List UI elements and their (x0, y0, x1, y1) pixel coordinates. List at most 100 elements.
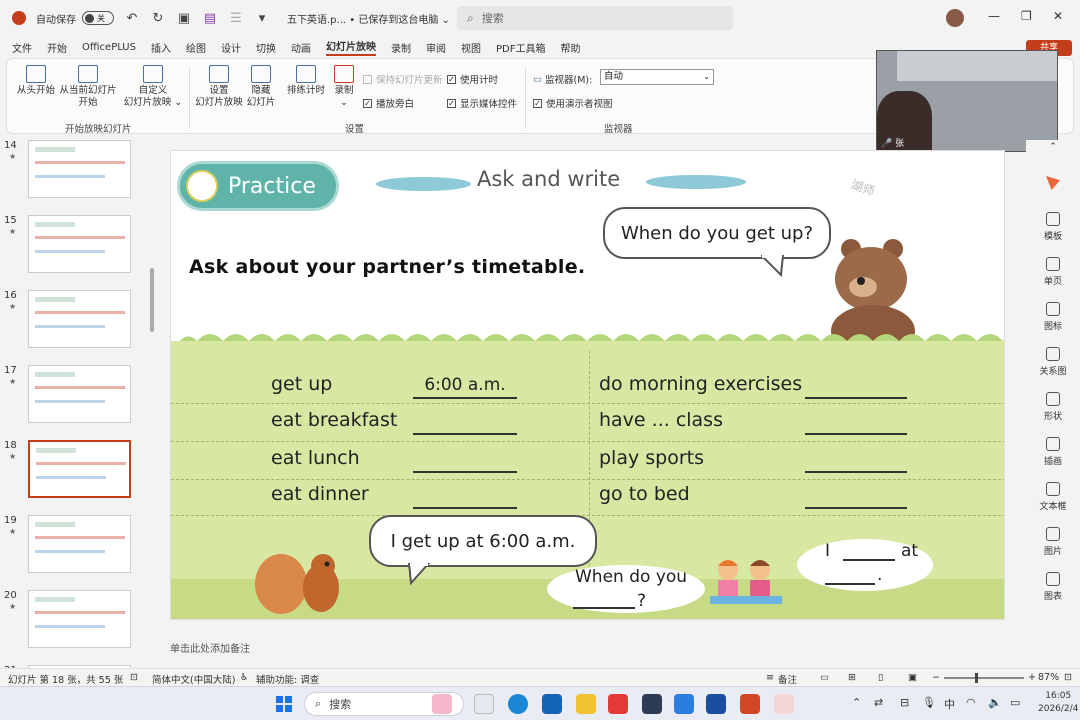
cloud-answer-blank-2[interactable] (825, 565, 875, 585)
thumbnail-image[interactable] (28, 515, 131, 573)
undo-icon[interactable]: ↶ (124, 11, 140, 26)
tool-pane-item[interactable]: 插画 (1026, 437, 1080, 467)
tray-app-icon[interactable]: ⇄ (874, 696, 883, 709)
presenter-view-checkbox[interactable]: ✓ 使用演示者视图 (533, 96, 613, 110)
save-icon[interactable]: ▤ (202, 11, 218, 26)
tool-pane-item[interactable]: 图标 (1026, 302, 1080, 332)
show-media-checkbox[interactable]: ✓ 显示媒体控件 (447, 96, 517, 110)
tool-pane-item[interactable]: 图片 (1026, 527, 1080, 557)
officeplus-logo-icon[interactable] (1046, 176, 1060, 190)
close-icon[interactable]: ✕ (1053, 9, 1063, 23)
tb-widget-icon[interactable] (432, 694, 452, 714)
zoom-level[interactable]: 87% (1038, 672, 1059, 683)
ribbon-tab[interactable]: 插入 (151, 40, 171, 55)
thumbnail-image[interactable] (28, 290, 131, 348)
use-timings-checkbox[interactable]: ✓ 使用计时 (447, 72, 498, 86)
document-title[interactable]: 五下英语.p... • 已保存到这台电脑 ⌄ (287, 11, 450, 26)
microphone-icon[interactable]: 🎙 (922, 696, 936, 709)
tool-pane-item[interactable]: 图表 (1026, 572, 1080, 602)
language-status[interactable]: 简体中文(中国大陆) (152, 672, 235, 686)
slide-heading[interactable]: Ask about your partner’s timetable. (189, 256, 585, 278)
question-bubble[interactable]: When do you get up? (603, 207, 831, 259)
list-icon[interactable]: ☰ (228, 11, 244, 26)
answer-bubble[interactable]: I get up at 6:00 a.m. (369, 515, 597, 567)
answer-blank[interactable] (413, 485, 517, 509)
slideshow-icon[interactable]: ▣ (176, 11, 192, 26)
tool-pane-item[interactable]: 形状 (1026, 392, 1080, 422)
notes-button[interactable]: 备注 (778, 672, 797, 686)
powerpoint-taskbar-icon[interactable] (740, 694, 760, 714)
thumbnails-scrollbar[interactable] (150, 268, 154, 332)
ribbon-tab[interactable]: OfficePLUS (82, 42, 136, 53)
ribbon-tab[interactable]: 幻灯片放映 (325, 38, 376, 56)
monitor-select[interactable]: 自动 ⌄ (600, 69, 714, 85)
ribbon-tab[interactable]: 审阅 (426, 40, 446, 55)
from-current-button[interactable]: 从当前幻灯片 开始 (57, 65, 119, 109)
file-explorer-icon[interactable] (576, 694, 596, 714)
red-app-icon[interactable] (608, 694, 628, 714)
restore-icon[interactable]: ❐ (1021, 9, 1032, 23)
ribbon-tab[interactable]: 开始 (47, 40, 67, 55)
zoom-slider-handle[interactable] (975, 673, 978, 683)
answer-blank[interactable] (413, 411, 517, 435)
rehearse-button[interactable]: 排练计时 (285, 65, 327, 97)
photo-app-icon[interactable] (774, 694, 794, 714)
wps-icon[interactable] (642, 694, 662, 714)
thumbnail-image[interactable] (28, 590, 131, 648)
zoom-in-icon[interactable]: + (1028, 672, 1036, 683)
tool-pane-item[interactable]: 关系图 (1026, 347, 1080, 377)
tray-chevron-icon[interactable]: ⌃ (852, 696, 861, 709)
hide-slide-button[interactable]: 隐藏 幻灯片 (243, 65, 279, 109)
collapse-pane-icon[interactable]: ⌃ (1026, 142, 1080, 152)
meeting-app-icon[interactable] (706, 694, 726, 714)
ime-indicator[interactable]: 中 (944, 696, 955, 712)
volume-icon[interactable]: 🔈 (988, 696, 1002, 709)
thumbnail-image[interactable] (28, 440, 131, 498)
redo-icon[interactable]: ↻ (150, 11, 166, 26)
play-narration-checkbox[interactable]: ✓ 播放旁白 (363, 96, 414, 110)
spellcheck-icon[interactable]: ⊡ (130, 672, 138, 683)
cloud-app-icon[interactable] (674, 694, 694, 714)
ribbon-tab[interactable]: 帮助 (560, 40, 580, 55)
answer-blank[interactable] (805, 411, 907, 435)
tray-ime-icon[interactable]: ⊟ (900, 696, 909, 709)
record-button[interactable]: 录制 ⌄ (329, 65, 359, 109)
ribbon-tab[interactable]: 切换 (256, 40, 276, 55)
answer-blank[interactable] (805, 375, 907, 399)
slide-canvas[interactable]: Practice Ask and write 湖师 Ask about your… (170, 150, 1005, 620)
avatar[interactable] (946, 9, 964, 27)
answer-blank[interactable] (413, 449, 517, 473)
autosave-toggle[interactable]: 关 (82, 11, 114, 25)
ribbon-tab[interactable]: 绘图 (186, 40, 206, 55)
thumbnail-image[interactable] (28, 365, 131, 423)
task-view-icon[interactable] (474, 694, 494, 714)
ribbon-tab[interactable]: 录制 (391, 40, 411, 55)
zoom-slider[interactable] (944, 677, 1024, 679)
sorter-view-icon[interactable]: ⊞ (848, 672, 856, 683)
thumbnail-image[interactable] (28, 140, 131, 198)
ribbon-tab[interactable]: 视图 (461, 40, 481, 55)
notes-placeholder[interactable]: 单击此处添加备注 (170, 640, 250, 655)
search-input[interactable]: ⌕ 搜索 (457, 6, 733, 30)
fit-slide-icon[interactable]: ⊡ (1064, 672, 1072, 683)
tool-pane-item[interactable]: 模板 (1026, 212, 1080, 242)
minimize-icon[interactable]: — (988, 9, 1000, 23)
video-call-overlay[interactable]: 🎤 张 (876, 50, 1058, 152)
normal-view-icon[interactable]: ▭ (820, 672, 829, 683)
windows-start-icon[interactable] (276, 696, 292, 712)
tool-pane-item[interactable]: 单页 (1026, 257, 1080, 287)
zoom-out-icon[interactable]: − (932, 672, 940, 683)
clock[interactable]: 16:05 2026/2/4 (1038, 690, 1078, 716)
setup-show-button[interactable]: 设置 幻灯片放映 (193, 65, 245, 109)
answer-blank[interactable] (805, 485, 907, 509)
ribbon-tab[interactable]: 动画 (291, 40, 311, 55)
accessibility-status[interactable]: 辅助功能: 调查 (256, 672, 319, 686)
answer-blank[interactable]: 6:00 a.m. (413, 375, 517, 399)
edge-icon[interactable] (508, 694, 528, 714)
reading-view-icon[interactable]: ▯ (878, 672, 883, 683)
wifi-icon[interactable]: ◠ (966, 696, 976, 709)
from-start-button[interactable]: 从头开始 (13, 65, 59, 97)
cloud-answer-blank-1[interactable] (843, 541, 895, 561)
ribbon-tab[interactable]: PDF工具箱 (496, 40, 545, 55)
battery-icon[interactable]: ▭ (1010, 696, 1020, 709)
